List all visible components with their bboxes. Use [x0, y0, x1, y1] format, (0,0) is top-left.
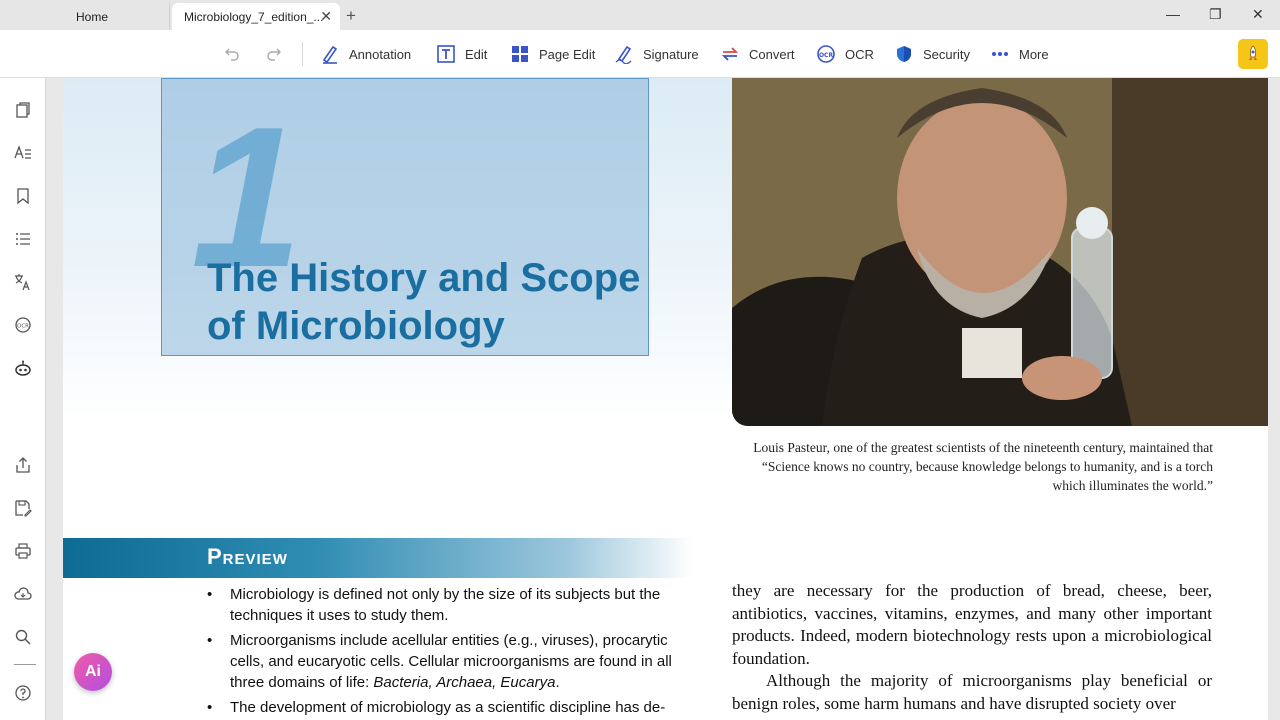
ai-assistant-button[interactable]: Ai	[74, 653, 112, 691]
list-item-italic: Bacteria, Archaea, Eucarya	[373, 674, 556, 691]
ocr-label: OCR	[845, 46, 874, 62]
ocr-button[interactable]: OCR OCR	[816, 43, 874, 65]
annotation-label: Annotation	[349, 46, 412, 62]
shield-icon	[897, 46, 911, 62]
toolbar-divider	[302, 42, 303, 66]
bookmark-icon[interactable]	[14, 187, 32, 205]
preview-bullet-list: Microbiology is defined not only by the …	[203, 584, 693, 720]
new-tab-icon[interactable]: +	[346, 6, 356, 26]
body-text-column: they are necessary for the production of…	[732, 580, 1212, 715]
chapter-title: The History and Scope of Microbiology	[207, 256, 641, 348]
page-edit-label: Page Edit	[539, 46, 596, 62]
body-paragraph: they are necessary for the production of…	[732, 581, 1212, 668]
edit-label: Edit	[465, 46, 488, 62]
tab-document[interactable]: Microbiology_7_edition_... ✕	[172, 3, 340, 30]
list-icon[interactable]	[14, 230, 32, 248]
signature-icon	[615, 45, 632, 64]
convert-button[interactable]: Convert	[720, 43, 795, 65]
list-item-end: .	[555, 674, 560, 691]
convert-label: Convert	[749, 46, 795, 62]
pasteur-painting	[732, 78, 1268, 426]
help-icon[interactable]	[14, 684, 32, 702]
list-item: The development of microbiology as a sci…	[203, 697, 693, 718]
page-edit-button[interactable]: Page Edit	[510, 43, 595, 65]
preview-heading: Preview	[207, 544, 288, 569]
image-caption: Louis Pasteur, one of the greatest scien…	[753, 440, 1213, 493]
ai-robot-icon[interactable]	[14, 359, 32, 377]
cloud-icon[interactable]	[14, 585, 32, 603]
close-window-icon[interactable]: ✕	[1252, 6, 1264, 23]
signature-button[interactable]: Signature	[614, 43, 699, 65]
tab-bar: Home Microbiology_7_edition_... ✕ + — ❐ …	[0, 0, 1280, 30]
body-paragraph: Although the majority of microorganisms …	[732, 671, 1212, 713]
list-item: Microbiology is defined not only by the …	[203, 584, 693, 626]
save-as-icon[interactable]	[14, 499, 32, 517]
sidebar-divider	[14, 664, 36, 665]
ocr-scan-icon[interactable]: OCR	[14, 316, 32, 334]
svg-text:OCR: OCR	[17, 324, 29, 330]
pen-icon	[322, 45, 338, 64]
tab-document-label: Microbiology_7_edition_...	[184, 9, 324, 24]
left-sidebar: OCR	[0, 78, 46, 720]
print-icon[interactable]	[14, 542, 32, 560]
edit-button[interactable]: Edit	[436, 43, 487, 65]
minimize-icon[interactable]: —	[1166, 6, 1180, 22]
toolbar: Annotation Edit Page Edit Signature Conv…	[0, 30, 1280, 78]
pages-icon[interactable]	[14, 101, 32, 119]
more-dots-icon	[992, 52, 1008, 56]
restore-icon[interactable]: ❐	[1209, 6, 1222, 23]
close-tab-icon[interactable]: ✕	[320, 8, 332, 25]
svg-text:OCR: OCR	[819, 52, 834, 59]
signature-label: Signature	[643, 46, 699, 62]
security-label: Security	[923, 46, 970, 62]
security-button[interactable]: Security	[894, 43, 970, 65]
annotation-button[interactable]: Annotation	[320, 43, 411, 65]
more-button[interactable]: More	[990, 43, 1049, 65]
redo-icon[interactable]	[266, 45, 282, 61]
portrait-image	[732, 78, 1268, 426]
tab-home-label: Home	[76, 9, 109, 24]
assistant-rocket-button[interactable]	[1238, 39, 1268, 69]
text-outline-icon[interactable]	[14, 144, 32, 162]
list-item: Microorganisms include acellular entitie…	[203, 630, 693, 693]
tab-home[interactable]: Home	[0, 3, 170, 30]
document-page: 1 The History and Scope of Microbiology …	[63, 78, 1268, 720]
undo-icon[interactable]	[224, 45, 240, 61]
search-icon[interactable]	[14, 628, 32, 646]
grid-icon	[512, 46, 528, 62]
share-icon[interactable]	[14, 456, 32, 474]
rocket-icon	[1249, 45, 1257, 60]
ocr-icon: OCR	[817, 45, 835, 63]
translate-icon[interactable]	[14, 273, 32, 291]
convert-icon	[721, 47, 739, 61]
preview-banner	[63, 538, 693, 578]
more-label: More	[1019, 46, 1049, 62]
text-edit-icon	[437, 45, 455, 63]
